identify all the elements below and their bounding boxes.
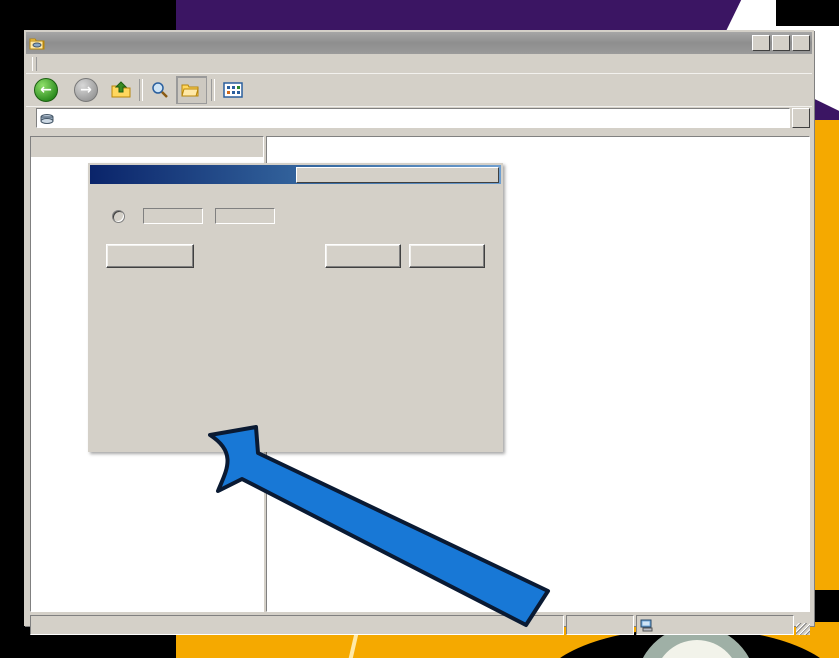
menu-item-edit[interactable] bbox=[59, 62, 77, 66]
back-arrow-icon: ← bbox=[34, 78, 58, 102]
close-button[interactable] bbox=[792, 35, 810, 51]
toolbar: ← → bbox=[26, 73, 812, 106]
maximize-button[interactable] bbox=[772, 35, 790, 51]
resize-pictures-dialog bbox=[88, 163, 503, 452]
radio-custom-icon[interactable] bbox=[112, 209, 125, 223]
menu-item-help[interactable] bbox=[131, 62, 149, 66]
address-dropdown-button[interactable] bbox=[792, 108, 810, 128]
forward-arrow-icon: → bbox=[74, 78, 98, 102]
menu-item-file[interactable] bbox=[41, 62, 59, 66]
menu-bar bbox=[26, 54, 812, 73]
cancel-button[interactable] bbox=[409, 244, 485, 268]
status-size bbox=[566, 615, 634, 635]
menu-grip[interactable] bbox=[32, 56, 37, 71]
minimize-button[interactable] bbox=[752, 35, 770, 51]
my-computer-icon bbox=[640, 619, 653, 631]
custom-height-input[interactable] bbox=[215, 208, 275, 224]
folder-drive-icon bbox=[29, 35, 45, 51]
search-button[interactable] bbox=[147, 77, 176, 103]
folders-button[interactable] bbox=[176, 76, 207, 104]
back-button[interactable]: ← bbox=[30, 77, 70, 103]
address-input[interactable] bbox=[36, 108, 790, 128]
dialog-close-button[interactable] bbox=[295, 166, 499, 183]
menu-item-favorites[interactable] bbox=[95, 62, 113, 66]
status-location bbox=[636, 615, 794, 635]
size-option-custom[interactable] bbox=[102, 206, 489, 226]
folder-open-icon bbox=[181, 84, 199, 97]
menu-item-view[interactable] bbox=[77, 62, 95, 66]
resize-grip[interactable] bbox=[796, 623, 810, 635]
menu-item-tools[interactable] bbox=[113, 62, 131, 66]
forward-button[interactable]: → bbox=[70, 77, 107, 103]
dialog-titlebar bbox=[90, 165, 501, 184]
up-folder-icon bbox=[111, 81, 131, 98]
folders-pane-header bbox=[31, 137, 263, 157]
basic-button[interactable] bbox=[106, 244, 194, 268]
status-details bbox=[30, 615, 564, 635]
dialog-buttons bbox=[102, 244, 489, 268]
magnifier-icon bbox=[152, 82, 168, 98]
views-icon bbox=[223, 82, 243, 98]
views-button[interactable] bbox=[219, 77, 252, 103]
custom-width-input[interactable] bbox=[143, 208, 203, 224]
address-bar bbox=[26, 106, 812, 129]
toolbar-separator-1 bbox=[139, 79, 143, 101]
up-button[interactable] bbox=[107, 77, 135, 103]
status-bar bbox=[30, 615, 810, 635]
ok-button[interactable] bbox=[325, 244, 401, 268]
drive-icon bbox=[40, 114, 54, 124]
toolbar-separator-2 bbox=[211, 79, 215, 101]
dialog-body bbox=[90, 184, 501, 268]
window-titlebar bbox=[26, 32, 812, 54]
